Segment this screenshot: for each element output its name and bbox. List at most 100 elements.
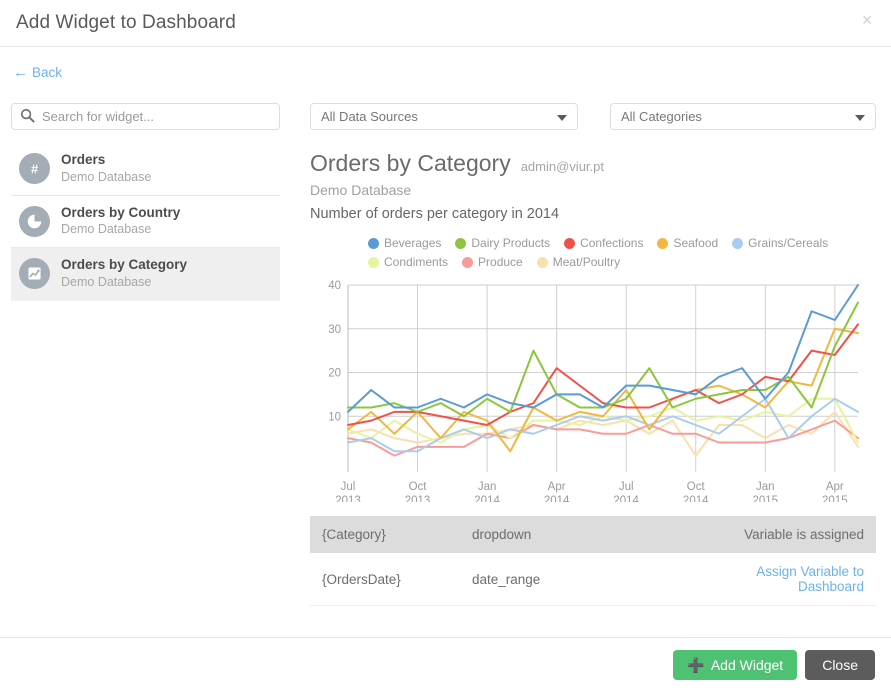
series-line-dairy-products [347,301,859,418]
y-axis-tick-label: 40 [328,280,341,292]
x-axis-tick-label-year: 2014 [613,495,639,502]
legend-item[interactable]: Dairy Products [455,236,550,250]
table-row: {OrdersDate} date_range Assign Variable … [310,553,876,606]
list-item-texts: Orders Demo Database [61,152,151,186]
list-item-texts: Orders by Country Demo Database [61,205,180,239]
y-axis-tick-label: 30 [328,324,341,336]
table-row: {Category} dropdown Variable is assigned [310,516,876,553]
line-chart-svg: 10 20 30 40 Jul 2013 Oct 2013 Jan 2014 Apr 2014 Jul 2… [328,280,859,502]
close-icon[interactable]: × [857,10,877,30]
data-source-select[interactable]: All Data Sources [310,103,578,130]
legend-item[interactable]: Beverages [368,236,441,250]
legend-color-dot [462,256,474,268]
modal-header: Add Widget to Dashboard × [0,0,891,47]
list-item-title: Orders by Category [61,257,188,272]
legend-color-dot [536,256,548,268]
legend-label: Dairy Products [471,236,551,250]
x-axis-tick-label-year: 2014 [474,495,500,502]
x-axis-tick-label-year: 2015 [822,495,848,502]
data-source-value: All Data Sources [321,109,418,124]
page-title: Add Widget to Dashboard [16,12,236,33]
category-select[interactable]: All Categories [610,103,876,130]
variables-table: {Category} dropdown Variable is assigned… [310,516,876,606]
legend-item[interactable]: Produce [462,255,523,269]
legend-color-dot [455,237,467,249]
assign-variable-link-cell: Assign Variable to Dashboard [710,553,876,606]
x-axis-tick-label-year: 2013 [335,495,361,502]
list-item-title: Orders by Country [61,204,181,220]
x-axis-tick-label-year: 2014 [683,495,709,502]
x-axis-tick-label-month: Oct [409,481,428,493]
series-line-beverages [347,284,859,413]
chart-legend: Beverages Dairy Products Confections Seafoo… [310,236,850,269]
variable-type: dropdown [472,527,532,542]
widget-list: # Orders Demo Database Orders by Country… [11,143,280,301]
x-axis-tick-label-year: 2013 [405,495,431,502]
list-item-subtitle: Demo Database [61,274,152,289]
legend-color-dot [368,237,379,249]
list-item-title: Orders [61,152,106,167]
legend-color-dot [368,256,379,268]
preview-title-row: Orders by Category admin@viur.pt [310,150,876,177]
preview-description: Number of orders per category in 2014 [310,206,560,222]
x-axis-tick-label-month: Jul [341,481,356,493]
list-item[interactable]: Orders by Category Demo Database [11,248,280,301]
hash-icon: # [19,153,50,185]
back-label: Back [32,65,63,80]
widget-browser-panel: # Orders Demo Database [11,103,280,301]
add-widget-button[interactable]: ➕ Add Widget [673,650,798,680]
x-axis-tick-label-month: Oct [687,481,706,493]
preview-owner: admin@viur.pt [520,159,604,174]
x-axis-tick-label-month: Apr [826,481,844,493]
chevron-down-icon [557,115,567,121]
legend-item[interactable]: Condiments [368,255,448,269]
line-chart-icon [19,258,50,290]
legend-label: Produce [478,255,523,269]
variable-type: date_range [460,553,710,606]
preview-title: Orders by Category [310,150,511,176]
list-item[interactable]: Orders by Country Demo Database [11,196,280,248]
filter-bar: All Data Sources All Categories [310,103,876,130]
category-value: All Categories [621,109,702,124]
legend-color-dot [564,237,576,249]
modal-body: ← Back # Ord [0,47,891,637]
variable-status: Variable is assigned [744,527,864,542]
legend-label: Seafood [673,236,719,250]
search-wrap [11,103,280,130]
legend-label: Condiments [384,255,449,269]
add-widget-modal: Add Widget to Dashboard × ← Back Search … [0,0,891,692]
back-link[interactable]: ← Back [13,65,62,80]
preview-database: Demo Database [310,182,412,198]
x-axis-tick-label-year: 2014 [544,495,570,502]
legend-item[interactable]: Meat/Poultry [536,255,620,269]
modal-footer: ➕ Add Widget Close [0,637,891,692]
list-item[interactable]: # Orders Demo Database [11,143,280,196]
y-axis-tick-label: 10 [328,411,341,423]
arrow-left-icon: ← [13,64,28,81]
variable-name: {Category} [322,527,386,542]
pie-chart-icon [19,205,50,237]
svg-text:#: # [31,162,38,177]
assign-variable-link[interactable]: Assign Variable to Dashboard [756,564,864,594]
legend-label: Confections [580,236,644,250]
legend-item[interactable]: Grains/Cereals [732,236,828,250]
x-axis-tick-label-month: Jan [756,481,775,493]
x-axis-tick-label-month: Jul [619,481,634,493]
close-button[interactable]: Close [805,650,875,680]
variable-name: {OrdersDate} [310,553,460,606]
x-axis-tick-label-year: 2015 [752,495,778,502]
widget-preview-panel: All Data Sources All Categories Orders b… [310,103,876,606]
legend-item[interactable]: Confections [564,236,643,250]
x-axis-tick-label-month: Jan [478,481,497,493]
list-item-texts: Orders by Category Demo Database [61,257,187,291]
legend-color-dot [657,237,669,249]
chevron-down-icon [855,115,865,121]
legend-label: Grains/Cereals [748,236,829,250]
legend-item[interactable]: Seafood [657,236,718,250]
legend-color-dot [732,237,744,249]
add-widget-label: Add Widget [710,657,784,673]
x-axis-tick-label-month: Apr [548,481,566,493]
plus-icon: ➕ [687,657,705,673]
list-item-subtitle: Demo Database [61,222,152,237]
search-input[interactable] [11,103,280,130]
